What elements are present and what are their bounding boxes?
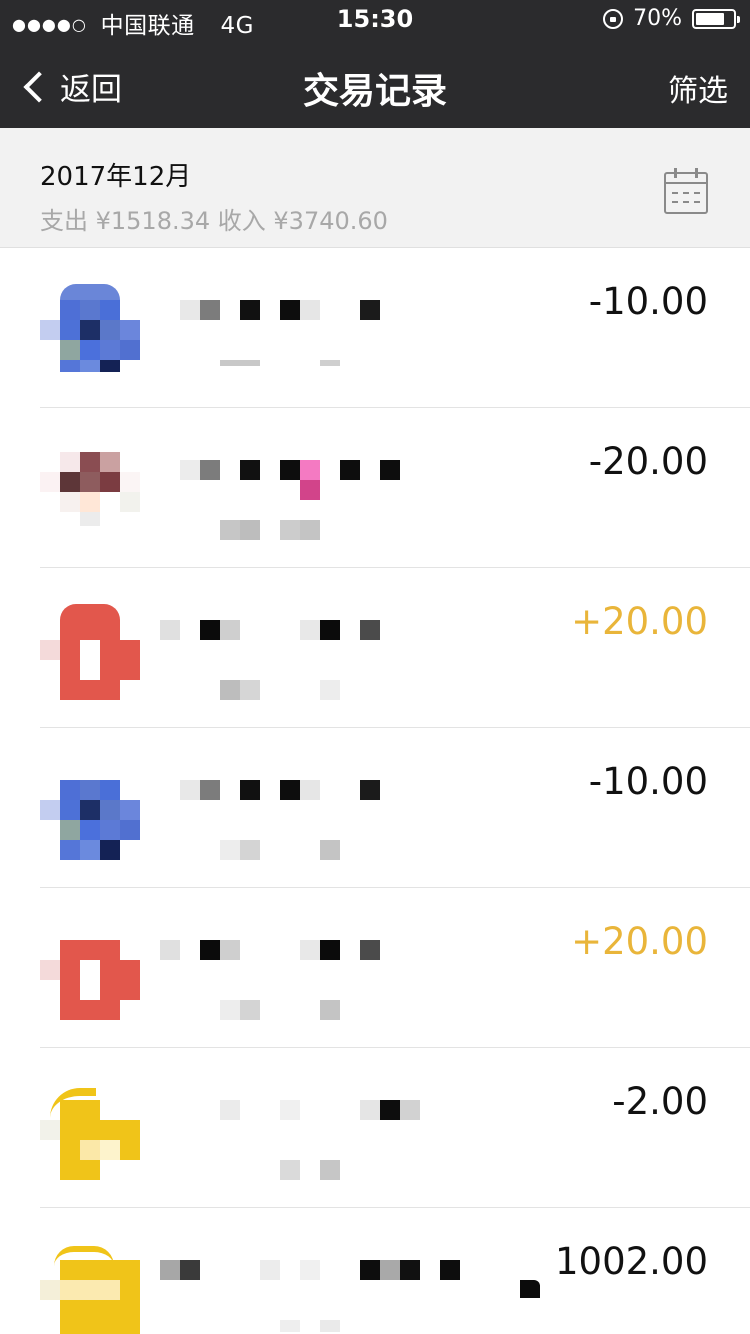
redacted-name: [180, 780, 380, 800]
redacted-name: [220, 1100, 420, 1120]
battery-percent: 70%: [633, 6, 682, 31]
transaction-amount: 1002.00: [554, 1240, 708, 1283]
transaction-amount: -10.00: [588, 760, 708, 803]
transaction-row[interactable]: -20.00: [0, 408, 750, 568]
redacted-time: [220, 840, 340, 860]
redacted-mark: [520, 1280, 540, 1298]
redacted-name: [180, 460, 400, 500]
transaction-amount: -20.00: [588, 440, 708, 483]
rotation-lock-icon: [603, 8, 624, 29]
transaction-amount: -10.00: [588, 280, 708, 323]
redacted-time: [220, 360, 340, 368]
filter-button[interactable]: 筛选: [668, 66, 728, 110]
month-summary-header: 2017年12月 支出 ¥1518.34 收入 ¥3740.60: [0, 128, 750, 248]
redacted-time: [220, 680, 340, 700]
transaction-row[interactable]: -10.00: [0, 248, 750, 408]
red-mosaic-avatar-icon: [40, 920, 140, 1020]
redacted-name: [160, 1260, 460, 1280]
transaction-row[interactable]: +20.00: [0, 888, 750, 1048]
redacted-time: [220, 1000, 340, 1020]
yellow-mosaic-avatar-icon: [40, 1080, 140, 1180]
blue-mosaic-avatar-icon: [40, 280, 140, 380]
page-title: 交易记录: [302, 71, 447, 112]
battery-icon: [692, 8, 740, 29]
navigation-bar: 返回 交易记录 筛选: [0, 40, 750, 128]
month-label: 2017年12月: [40, 162, 192, 192]
battery-area: 70%: [603, 6, 740, 31]
redacted-time: [280, 1320, 340, 1334]
transaction-row[interactable]: 1002.00: [0, 1208, 750, 1334]
redacted-time: [280, 1160, 340, 1180]
transaction-row[interactable]: -2.00: [0, 1048, 750, 1208]
transaction-amount: +20.00: [571, 920, 708, 963]
red-mosaic-avatar-icon: [40, 600, 140, 700]
month-totals: 支出 ¥1518.34 收入 ¥3740.60: [40, 207, 388, 235]
transaction-amount: -2.00: [612, 1080, 708, 1123]
transaction-amount: +20.00: [571, 600, 708, 643]
brown-mosaic-avatar-icon: [40, 440, 140, 540]
redacted-name: [160, 940, 380, 960]
redacted-name: [180, 300, 380, 320]
transaction-row[interactable]: -10.00: [0, 728, 750, 888]
blue-mosaic-avatar-icon: [40, 760, 140, 860]
yellow-mosaic-avatar-icon: [40, 1240, 140, 1334]
status-bar: ●●●●○ 中国联通 4G 15:30 70%: [0, 0, 750, 40]
redacted-time: [220, 520, 320, 540]
redacted-name: [160, 620, 380, 640]
calendar-icon[interactable]: [664, 168, 708, 214]
transaction-row[interactable]: +20.00: [0, 568, 750, 728]
